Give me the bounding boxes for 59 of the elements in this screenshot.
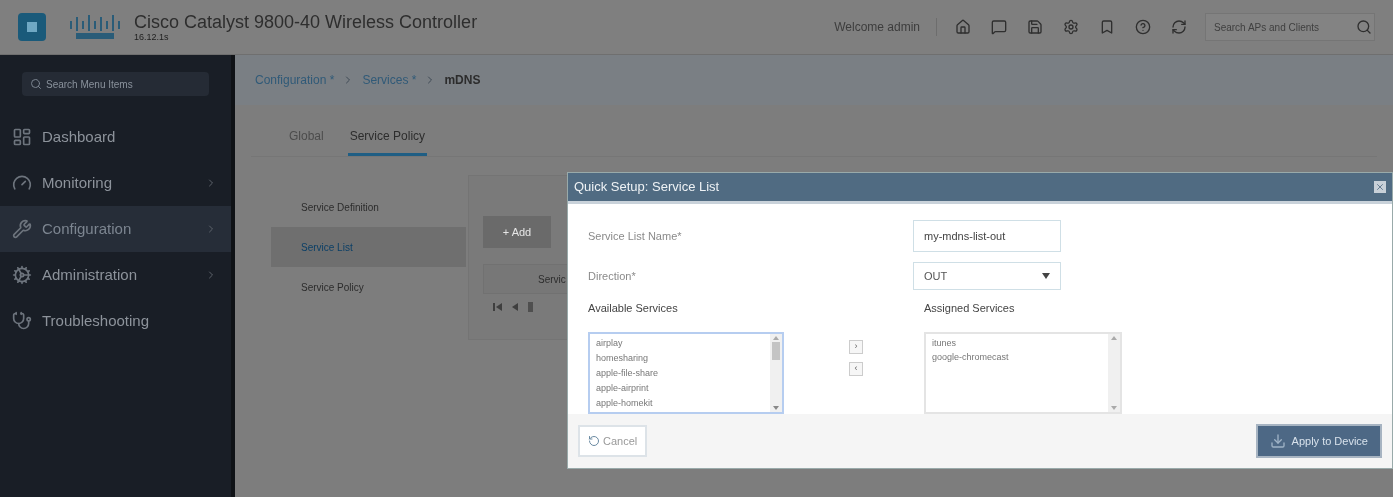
section-label: Available Services (588, 300, 679, 316)
menu-search-field[interactable]: Search Menu Items (22, 72, 209, 96)
list-option[interactable]: google-chromecast (932, 349, 1108, 364)
version-label: 16.12.1s (134, 32, 170, 42)
previous-page-icon[interactable] (512, 303, 518, 311)
service-list-name-field[interactable]: my-mdns-list-out (913, 219, 1061, 252)
undo-icon (588, 435, 600, 447)
bookmark-icon[interactable] (1099, 19, 1115, 35)
sidebar-item[interactable]: Monitoring (0, 160, 231, 206)
gauge-icon (12, 173, 32, 193)
search-icon[interactable] (1356, 19, 1372, 35)
home-icon[interactable] (955, 19, 971, 35)
sidebar-item[interactable]: Administration (0, 252, 231, 298)
chat-icon[interactable] (991, 19, 1007, 35)
available-services-list[interactable]: airplay homesharing apple-file-share apple-airprint apple-homekit (588, 331, 784, 414)
assigned-services-list[interactable]: itunes google-chromecast (924, 331, 1122, 414)
field-label: Service List Name* (588, 228, 683, 244)
search-icon (30, 78, 42, 90)
sidebar-item[interactable]: Dashboard (0, 114, 231, 160)
close-icon (1375, 182, 1385, 192)
cancel-button[interactable]: Cancel (578, 425, 648, 457)
breadcrumb-current: mDNS (444, 72, 481, 89)
sidebar-item[interactable]: Configuration (0, 206, 231, 252)
settings-icon[interactable] (1063, 19, 1079, 35)
logo-icon (68, 13, 122, 41)
save-icon[interactable] (1027, 19, 1043, 35)
menu-item[interactable]: Service Policy (271, 267, 466, 307)
list-option[interactable]: apple-file-share (596, 365, 770, 381)
refresh-icon[interactable] (1171, 19, 1187, 35)
add-button[interactable]: + Add (483, 216, 551, 248)
menu-toggle-button[interactable] (18, 13, 46, 41)
dashboard-icon (12, 127, 32, 147)
list-option[interactable]: apple-airprint (596, 380, 770, 396)
dialog-title: Quick Setup: Service List (574, 178, 721, 197)
move-right-button[interactable]: › (849, 339, 863, 354)
help-icon[interactable] (1135, 19, 1151, 35)
direction-dropdown[interactable]: OUT (913, 261, 1061, 290)
move-left-button[interactable]: ‹ (849, 361, 863, 376)
global-search-field[interactable]: Search APs and Clients (1205, 13, 1375, 41)
list-option[interactable]: homesharing (596, 350, 770, 366)
section-label: Assigned Services (924, 300, 1016, 316)
first-page-icon[interactable] (493, 303, 502, 311)
list-option[interactable]: itunes (932, 335, 1108, 350)
field-label: Direction* (588, 268, 637, 284)
app-title: Cisco Catalyst 9800-40 Wireless Controller (134, 12, 478, 31)
sidebar-item[interactable]: Troubleshooting (0, 298, 231, 344)
gear-icon (12, 265, 32, 285)
list-option[interactable]: airplay (596, 335, 770, 351)
tab[interactable]: Service Policy (347, 127, 428, 156)
list-option[interactable]: apple-homekit (596, 395, 770, 411)
download-icon (1269, 433, 1286, 449)
column-header: Servic (538, 272, 566, 287)
wrench-icon (12, 219, 32, 239)
apply-button[interactable]: Apply to Device (1255, 424, 1382, 458)
welcome-text: Welcome admin (834, 18, 937, 36)
close-button[interactable] (1374, 181, 1386, 193)
caret-icon (1042, 272, 1050, 279)
stethoscope-icon (12, 311, 32, 331)
menu-item[interactable]: Service Definition (271, 187, 466, 227)
